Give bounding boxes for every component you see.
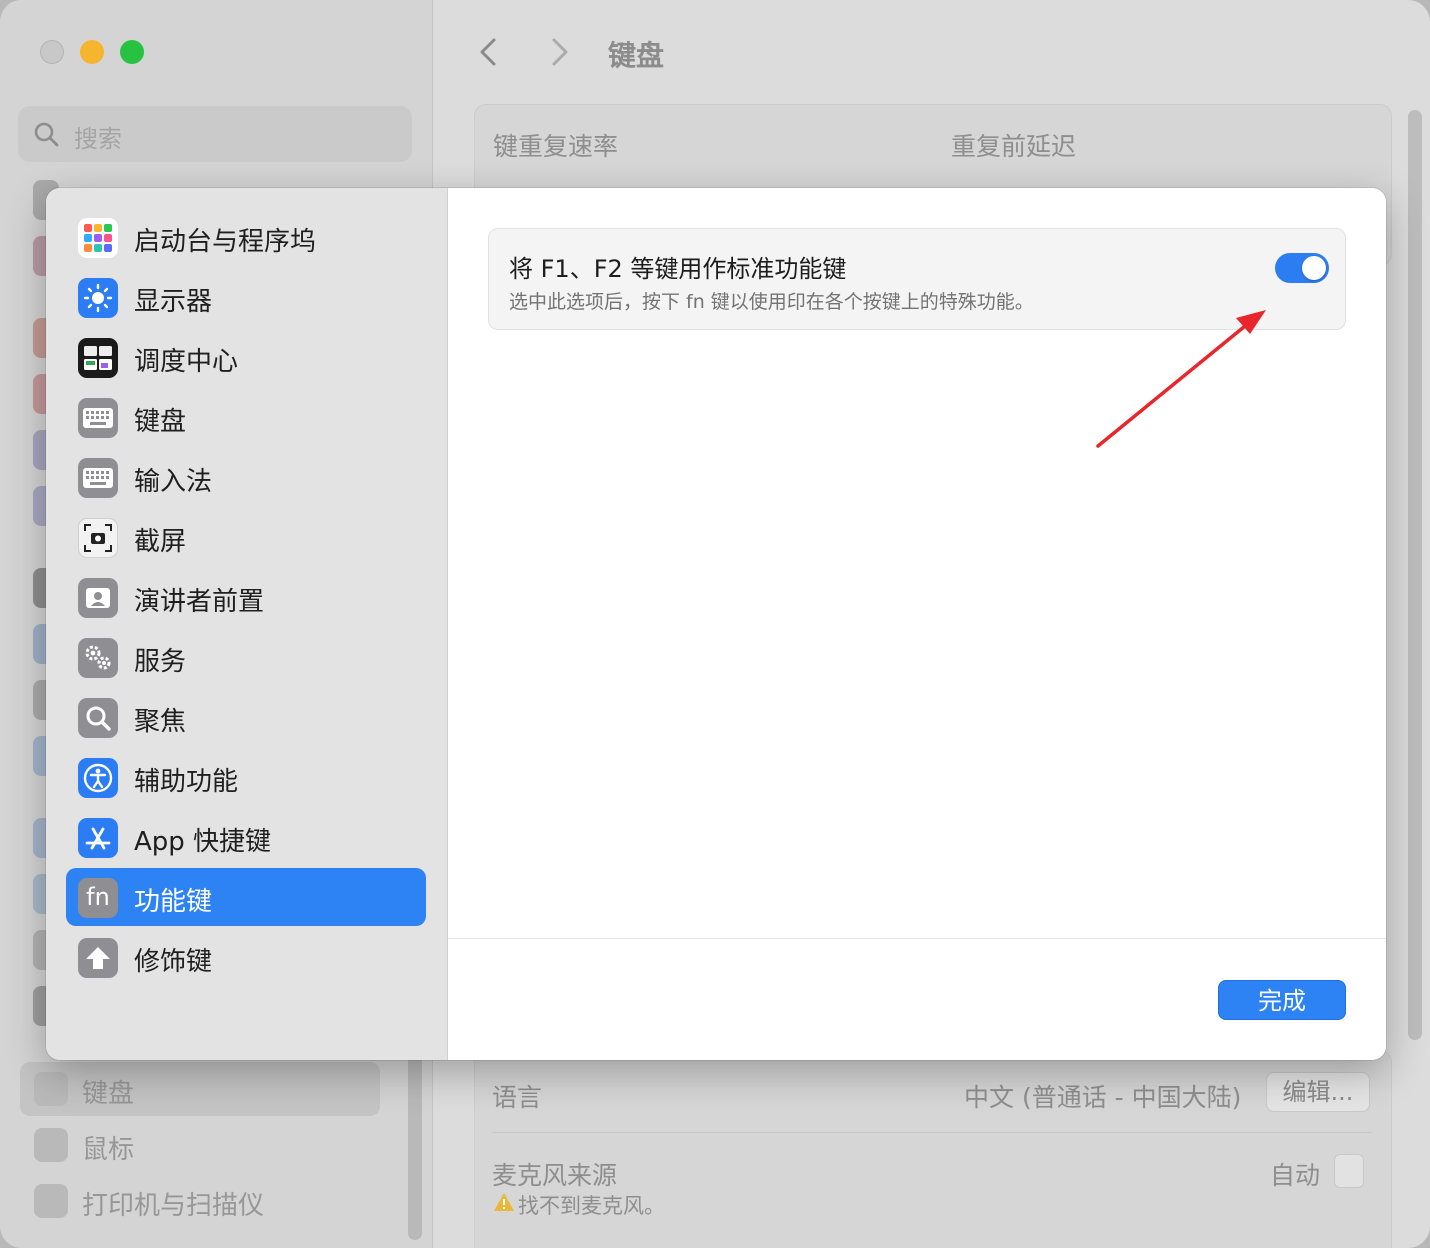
nav-item-modifier-keys[interactable]: 修饰键 (66, 928, 426, 986)
nav-item-label: 显示器 (134, 287, 213, 317)
input-method-icon (78, 458, 118, 498)
display-icon (78, 278, 118, 318)
nav-item-label: 辅助功能 (134, 767, 239, 797)
nav-item-label: 功能键 (134, 887, 213, 917)
nav-item-accessibility[interactable]: 辅助功能 (66, 748, 426, 806)
language-label: 语言 (492, 1083, 543, 1112)
nav-item-mission-control[interactable]: 调度中心 (66, 328, 426, 386)
nav-item-label: 输入法 (134, 467, 213, 497)
nav-item-label: 修饰键 (134, 947, 213, 977)
close-window-button[interactable] (40, 40, 64, 64)
search-placeholder: 搜索 (74, 125, 122, 153)
microphone-source-popup[interactable] (1334, 1154, 1364, 1188)
divider (492, 1132, 1372, 1133)
nav-item-screenshots[interactable]: 截屏 (66, 508, 426, 566)
nav-item-label: 截屏 (134, 527, 187, 557)
microphone-source-label: 麦克风来源 (492, 1161, 618, 1190)
maximize-window-button[interactable] (120, 40, 144, 64)
keyboard-shortcuts-sheet: 启动台与程序坞 显示器 调度中心 键盘 输入法 截屏 演讲者前置 服务 聚焦 辅… (46, 188, 1386, 1060)
search-icon (34, 122, 59, 147)
nav-item-label: 服务 (134, 647, 187, 677)
modifier-keys-icon (78, 938, 118, 978)
mouse-icon (34, 1128, 68, 1162)
search-field[interactable]: 搜索 (18, 106, 412, 162)
nav-item-label: 键盘 (134, 407, 187, 437)
nav-item-label: 演讲者前置 (134, 587, 265, 617)
option-description: 选中此选项后，按下 fn 键以使用印在各个按键上的特殊功能。 (509, 291, 1034, 313)
done-button[interactable]: 完成 (1218, 980, 1346, 1020)
nav-item-label: 启动台与程序坞 (134, 227, 317, 257)
language-value: 中文 (普通话 - 中国大陆) (964, 1083, 1242, 1112)
microphone-warning: 找不到麦克风。 (518, 1194, 665, 1218)
nav-item-label: App 快捷键 (134, 827, 272, 857)
sidebar-scrollbar[interactable] (408, 1040, 422, 1240)
function-keys-pane: 将 F1、F2 等键用作标准功能键 选中此选项后，按下 fn 键以使用印在各个按… (448, 188, 1386, 1060)
nav-item-displays[interactable]: 显示器 (66, 268, 426, 326)
delay-until-repeat-label: 重复前延迟 (951, 132, 1077, 161)
accessibility-icon (78, 758, 118, 798)
screenshot-icon (78, 518, 118, 558)
nav-item-keyboard[interactable]: 键盘 (66, 388, 426, 446)
app-shortcuts-icon (78, 818, 118, 858)
nav-item-function-keys[interactable]: fn 功能键 (66, 868, 426, 926)
window-title: 键盘 (608, 39, 665, 72)
fn-icon-text: fn (86, 882, 110, 911)
back-button[interactable] (474, 34, 504, 70)
presenter-icon (78, 578, 118, 618)
warning-icon (494, 1193, 514, 1211)
keyboard-icon (34, 1072, 68, 1106)
sidebar-item-label: 键盘 (82, 1079, 135, 1109)
nav-item-presenter-overlay[interactable]: 演讲者前置 (66, 568, 426, 626)
nav-item-app-shortcuts[interactable]: App 快捷键 (66, 808, 426, 866)
toggle-knob (1302, 256, 1326, 280)
main-scrollbar[interactable] (1408, 110, 1422, 1040)
keyboard-icon (78, 398, 118, 438)
standard-function-keys-toggle[interactable] (1275, 253, 1329, 283)
sidebar-item-printers[interactable]: 打印机与扫描仪 (20, 1174, 380, 1228)
standard-function-keys-option: 将 F1、F2 等键用作标准功能键 选中此选项后，按下 fn 键以使用印在各个按… (488, 228, 1346, 330)
edit-language-button[interactable]: 编辑... (1266, 1072, 1370, 1112)
option-title: 将 F1、F2 等键用作标准功能键 (509, 255, 847, 283)
printer-icon (34, 1184, 68, 1218)
mission-control-icon (78, 338, 118, 378)
services-icon (78, 638, 118, 678)
sidebar-item-mouse[interactable]: 鼠标 (20, 1118, 380, 1172)
fn-icon: fn (78, 878, 118, 918)
nav-item-label: 聚焦 (134, 707, 187, 737)
nav-item-launchpad-dock[interactable]: 启动台与程序坞 (66, 208, 426, 266)
forward-button[interactable] (544, 34, 574, 70)
sidebar-item-label: 鼠标 (82, 1135, 135, 1165)
nav-item-label: 调度中心 (134, 347, 239, 377)
key-repeat-rate-label: 键重复速率 (493, 132, 619, 161)
nav-item-services[interactable]: 服务 (66, 628, 426, 686)
spotlight-icon (78, 698, 118, 738)
shortcuts-sidebar: 启动台与程序坞 显示器 调度中心 键盘 输入法 截屏 演讲者前置 服务 聚焦 辅… (46, 188, 448, 1060)
footer-divider (448, 938, 1386, 939)
microphone-source-value: 自动 (1270, 1161, 1321, 1190)
launchpad-icon (78, 218, 118, 258)
minimize-window-button[interactable] (80, 40, 104, 64)
sidebar-item-keyboard[interactable]: 键盘 (20, 1062, 380, 1116)
nav-item-input-sources[interactable]: 输入法 (66, 448, 426, 506)
nav-item-spotlight[interactable]: 聚焦 (66, 688, 426, 746)
sidebar-item-label: 打印机与扫描仪 (82, 1191, 265, 1221)
